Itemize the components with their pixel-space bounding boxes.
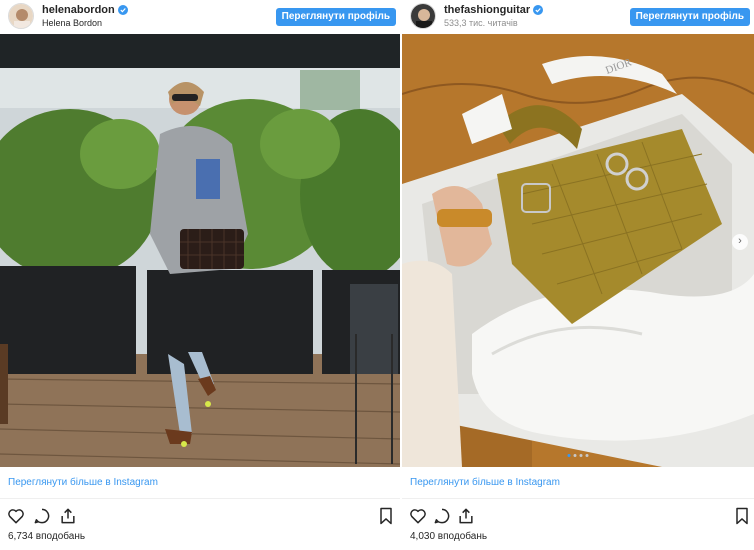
instagram-embed-thefashionguitar: thefashionguitar 533,3 тис. читачів Пере…: [402, 0, 754, 550]
share-icon[interactable]: [456, 506, 476, 526]
avatar[interactable]: [8, 3, 34, 29]
username[interactable]: helenabordon: [42, 4, 115, 16]
likes-count: 6,734 вподобань: [8, 531, 86, 542]
view-more-link[interactable]: Переглянути більше в Instagram: [8, 477, 158, 488]
heart-icon[interactable]: [408, 506, 428, 526]
comment-icon[interactable]: [32, 506, 52, 526]
action-bar: [0, 502, 400, 528]
verified-icon: [117, 5, 128, 15]
post-image: [0, 34, 400, 467]
next-arrow-icon[interactable]: ›: [732, 234, 748, 250]
follower-count: 533,3 тис. читачів: [444, 18, 518, 28]
post-photo[interactable]: DIOR ›: [402, 34, 754, 467]
post-header: thefashionguitar 533,3 тис. читачів Пере…: [402, 0, 754, 34]
action-bar: [402, 502, 754, 528]
post-header: helenabordon Helena Bordon Переглянути п…: [0, 0, 400, 34]
share-icon[interactable]: [58, 506, 78, 526]
username-row: helenabordon: [42, 4, 128, 16]
carousel-dot: [573, 454, 577, 457]
carousel-dot: [585, 454, 589, 457]
username[interactable]: thefashionguitar: [444, 4, 530, 16]
post-photo[interactable]: [0, 34, 400, 467]
username-row: thefashionguitar: [444, 4, 544, 16]
view-more-link[interactable]: Переглянути більше в Instagram: [410, 477, 560, 488]
carousel-dot: [579, 454, 583, 457]
comment-icon[interactable]: [432, 506, 452, 526]
view-more-bar: Переглянути більше в Instagram: [0, 467, 400, 499]
carousel-dots: [567, 454, 589, 457]
instagram-embed-helenabordon: helenabordon Helena Bordon Переглянути п…: [0, 0, 400, 550]
view-more-bar: Переглянути більше в Instagram: [402, 467, 754, 499]
heart-icon[interactable]: [6, 506, 26, 526]
likes-count: 4,030 вподобань: [410, 531, 488, 542]
view-profile-button[interactable]: Переглянути профіль: [275, 8, 396, 26]
view-profile-button[interactable]: Переглянути профіль: [629, 8, 750, 26]
post-image: DIOR: [402, 34, 754, 467]
avatar[interactable]: [410, 3, 436, 29]
bookmark-icon[interactable]: [376, 506, 396, 526]
carousel-dot: [567, 454, 571, 457]
profile-subtitle: Helena Bordon: [42, 18, 103, 28]
verified-icon: [533, 5, 544, 15]
bookmark-icon[interactable]: [732, 506, 752, 526]
